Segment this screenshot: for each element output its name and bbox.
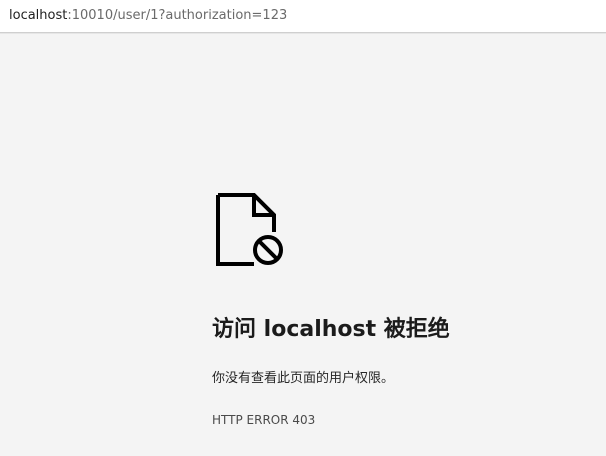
url-text[interactable]: localhost:10010/user/1?authorization=123 bbox=[9, 7, 287, 24]
error-description: 你没有查看此页面的用户权限。 bbox=[212, 371, 395, 386]
address-bar[interactable]: localhost:10010/user/1?authorization=123 bbox=[0, 0, 606, 33]
error-page bbox=[0, 34, 606, 456]
error-code: HTTP ERROR 403 bbox=[212, 413, 316, 427]
blocked-document-icon bbox=[216, 193, 283, 266]
error-title: 访问 localhost 被拒绝 bbox=[212, 317, 450, 342]
url-host: localhost bbox=[9, 8, 68, 23]
url-path: :10010/user/1?authorization=123 bbox=[67, 8, 288, 23]
